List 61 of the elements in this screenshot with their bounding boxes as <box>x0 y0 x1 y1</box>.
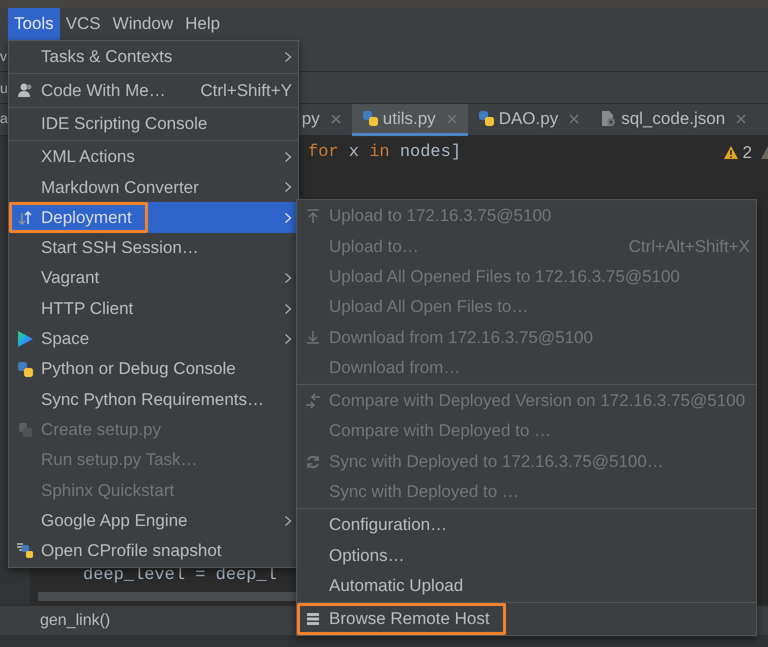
menu-bar-item[interactable]: Tools <box>8 8 60 40</box>
menu-item[interactable]: Open CProfile snapshot <box>9 536 298 566</box>
download-icon <box>305 329 321 346</box>
sync-icon <box>305 454 321 470</box>
upload-icon <box>305 208 321 224</box>
menu-item[interactable]: XML Actions <box>9 142 298 172</box>
breadcrumb[interactable]: gen_link() <box>40 608 110 632</box>
editor-tab[interactable]: sql_code.json <box>590 104 758 136</box>
menu-item[interactable]: Start SSH Session… <box>9 232 298 264</box>
warning-icon <box>722 145 739 160</box>
warning-count: 2 <box>742 142 752 164</box>
menu-item[interactable]: Browse Remote Host <box>297 604 756 634</box>
menu-item[interactable]: Deployment <box>9 202 298 233</box>
chevron-right-icon <box>284 332 292 345</box>
menu-item[interactable]: Google App Engine <box>9 505 298 536</box>
python-file-icon <box>362 110 379 127</box>
chevron-right-icon <box>284 212 292 224</box>
warning-icon <box>760 145 768 160</box>
chevron-right-icon <box>284 181 292 194</box>
server-icon <box>306 612 320 626</box>
menu-item[interactable]: Space <box>9 324 298 354</box>
menu-item[interactable]: IDE Scripting Console <box>9 108 298 139</box>
toolbar-text: u <box>0 79 8 98</box>
code-line: deep_level = deep_l <box>83 564 277 586</box>
shortcut-label: Ctrl+Alt+Shift+X <box>628 236 750 258</box>
editor-tab[interactable]: utils.py <box>352 104 468 136</box>
person-icon <box>17 82 33 98</box>
editor-tab[interactable]: DAO.py <box>468 104 590 136</box>
chevron-right-icon <box>284 151 292 164</box>
menu-bar-item[interactable]: Window <box>106 8 180 40</box>
code-line: for x in nodes] <box>308 142 462 164</box>
menu-item[interactable]: Options… <box>297 540 756 571</box>
shortcut-label: Ctrl+Shift+Y <box>199 80 292 102</box>
python-icon <box>16 360 34 378</box>
menu-item[interactable]: HTTP Client <box>9 293 298 324</box>
compare-arrows-icon <box>305 392 321 409</box>
menu-item[interactable]: Vagrant <box>9 263 298 294</box>
menu-bar-item[interactable]: Help <box>179 8 226 40</box>
chevron-right-icon <box>284 514 292 527</box>
python-file-icon <box>16 542 34 560</box>
menu-item[interactable]: Markdown Converter <box>9 172 298 202</box>
settings-file-icon <box>600 110 618 127</box>
menu-item[interactable]: Code With Me… Ctrl+Shift+Y <box>9 75 298 106</box>
package-icon <box>16 421 34 438</box>
python-file-icon <box>478 110 495 127</box>
close-icon <box>568 112 580 124</box>
chevron-right-icon <box>284 272 292 284</box>
menu-bar-item[interactable]: VCS <box>60 8 107 40</box>
toolbar-text: v <box>0 47 7 66</box>
chevron-right-icon <box>284 51 292 64</box>
close-icon <box>330 112 342 124</box>
menu-item[interactable]: Sync Python Requirements… <box>9 384 298 415</box>
triangle-logo-icon <box>16 330 34 348</box>
close-icon <box>446 112 458 124</box>
close-icon <box>735 112 748 124</box>
menu-item[interactable]: Automatic Upload <box>297 570 756 601</box>
chevron-right-icon <box>284 302 292 315</box>
menu-item[interactable]: Python or Debug Console <box>9 354 298 384</box>
menu-item[interactable]: Configuration… <box>297 510 756 540</box>
menu-item[interactable]: Tasks & Contexts <box>9 42 298 72</box>
up-down-arrows-icon <box>17 210 33 226</box>
